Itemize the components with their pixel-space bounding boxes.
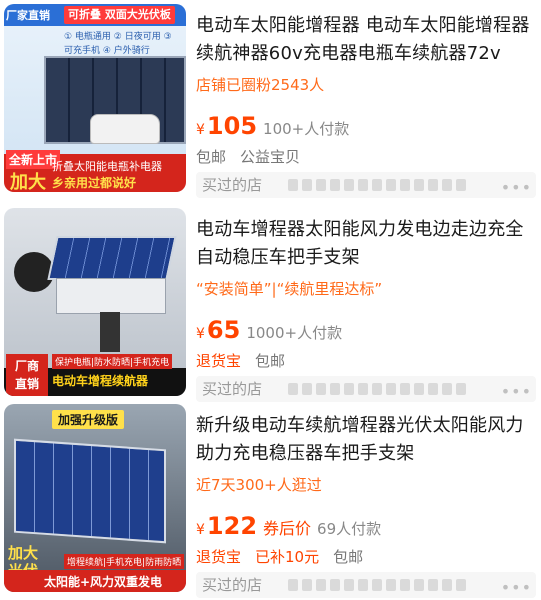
product-info: 新升级电动车续航增程器光伏太阳能风力助力充电稳压器车把手支架 近7天300+人逛… — [196, 404, 536, 598]
thumb-feature-chips: ① 电瓶通用 ② 日夜可用 ③ 可充手机 ④ 户外骑行 — [64, 32, 172, 56]
price: 65 — [206, 316, 241, 344]
currency-symbol: ¥ — [196, 122, 205, 138]
product-thumbnail[interactable]: 厂家直销 可折叠 双面大光伏板 ① 电瓶通用 ② 日夜可用 ③ 可充手机 ④ 户… — [4, 4, 186, 192]
coupon-label: 券后价 — [263, 519, 312, 538]
paid-count: 100+人付款 — [263, 120, 350, 138]
thumb-feature-chips: 增程续航|手机充电|防雨防晒 — [64, 554, 185, 569]
bought-label: 买过的店 — [202, 176, 263, 194]
bought-label: 买过的店 — [202, 380, 263, 398]
product-title[interactable]: 新升级电动车续航增程器光伏太阳能风力助力充电稳压器车把手支架 — [196, 412, 534, 468]
product-title[interactable]: 电动车增程器太阳能风力发电边走边充全自动稳压车把手支架 — [196, 216, 534, 272]
bought-shop-bar[interactable]: 买过的店 ••• — [196, 376, 536, 402]
product-card[interactable]: 保护电瓶|防水防晒|手机充电 电动车增程续航器 厂商 直销 电动车增程器太阳能风… — [0, 208, 541, 404]
product-info: 电动车增程器太阳能风力发电边走边充全自动稳压车把手支架 “安装简单”|“续航里程… — [196, 208, 536, 402]
price-row: ¥ 122 券后价 69人付款 — [196, 512, 381, 542]
tag: 已补10元 — [255, 548, 320, 566]
review-highlights: “安装简单”|“续航里程达标” — [196, 280, 383, 298]
service-tags: 退货宝 已补10元 包邮 — [196, 546, 363, 567]
solar-panel-image — [47, 236, 177, 280]
more-dots-icon[interactable]: ••• — [501, 379, 532, 405]
price: 122 — [206, 512, 258, 540]
price-row: ¥ 105 100+人付款 — [196, 112, 349, 142]
product-list: 厂家直销 可折叠 双面大光伏板 ① 电瓶通用 ② 日夜可用 ③ 可充手机 ④ 户… — [0, 0, 541, 600]
thumb-badge: 可折叠 双面大光伏板 — [64, 6, 175, 24]
thumb-upgrade-tag: 加强升级版 — [52, 410, 125, 429]
currency-symbol: ¥ — [196, 326, 205, 342]
recent-visits: 近7天300+人逛过 — [196, 476, 322, 494]
bought-shop-bar[interactable]: 买过的店 ••• — [196, 172, 536, 198]
tag: 退货宝 — [196, 352, 242, 370]
tag: 包邮 — [255, 352, 286, 370]
thumb-badge: 厂家直销 — [6, 9, 50, 22]
product-info: 电动车太阳能增程器 电动车太阳能增程器续航神器60v充电器电瓶车续航器72v 店… — [196, 4, 536, 198]
tag: 包邮 — [196, 148, 227, 166]
more-dots-icon[interactable]: ••• — [501, 175, 532, 201]
car-image — [90, 114, 160, 144]
price: 105 — [206, 112, 258, 140]
product-card[interactable]: 加强升级版 增程续航|手机充电|防雨防晒 加大 光伏 太阳能+风力双重发电 新升… — [0, 404, 541, 600]
thumb-big-tag: 加大 — [10, 172, 46, 192]
tag: 退货宝 — [196, 548, 242, 566]
product-card[interactable]: 厂家直销 可折叠 双面大光伏板 ① 电瓶通用 ② 日夜可用 ③ 可充手机 ④ 户… — [0, 4, 541, 200]
redacted-shop-name — [288, 383, 466, 395]
paid-count: 69人付款 — [317, 520, 382, 538]
bought-shop-bar[interactable]: 买过的店 ••• — [196, 572, 536, 598]
redacted-shop-name — [288, 579, 466, 591]
tag: 公益宝贝 — [240, 148, 301, 166]
thumb-caption: 电动车增程续航器 — [52, 374, 149, 388]
solar-panel-image — [14, 438, 166, 544]
redacted-shop-name — [288, 179, 466, 191]
thumb-slogan: 乡亲用过都说好 — [52, 176, 137, 190]
factory-direct-tag: 厂商 直销 — [6, 354, 48, 396]
thumb-feature-chips: 保护电瓶|防水防晒|手机充电 — [52, 354, 173, 369]
more-dots-icon[interactable]: ••• — [501, 575, 532, 600]
device-body-image — [56, 278, 166, 314]
thumb-caption: 折叠太阳能电瓶补电器 — [52, 160, 162, 173]
service-tags: 退货宝 包邮 — [196, 350, 285, 371]
price-row: ¥ 65 1000+人付款 — [196, 316, 342, 346]
tag: 包邮 — [333, 548, 364, 566]
shop-followers: 店铺已圈粉2543人 — [196, 76, 325, 94]
product-title[interactable]: 电动车太阳能增程器 电动车太阳能增程器续航神器60v充电器电瓶车续航器72v — [196, 12, 534, 68]
thumb-caption: 太阳能+风力双重发电 — [44, 575, 163, 589]
currency-symbol: ¥ — [196, 522, 205, 538]
service-tags: 包邮 公益宝贝 — [196, 146, 300, 167]
bought-label: 买过的店 — [202, 576, 263, 594]
product-thumbnail[interactable]: 保护电瓶|防水防晒|手机充电 电动车增程续航器 厂商 直销 — [4, 208, 186, 396]
paid-count: 1000+人付款 — [246, 324, 343, 342]
product-thumbnail[interactable]: 加强升级版 增程续航|手机充电|防雨防晒 加大 光伏 太阳能+风力双重发电 — [4, 404, 186, 592]
handlebar-mount-image — [100, 312, 120, 352]
